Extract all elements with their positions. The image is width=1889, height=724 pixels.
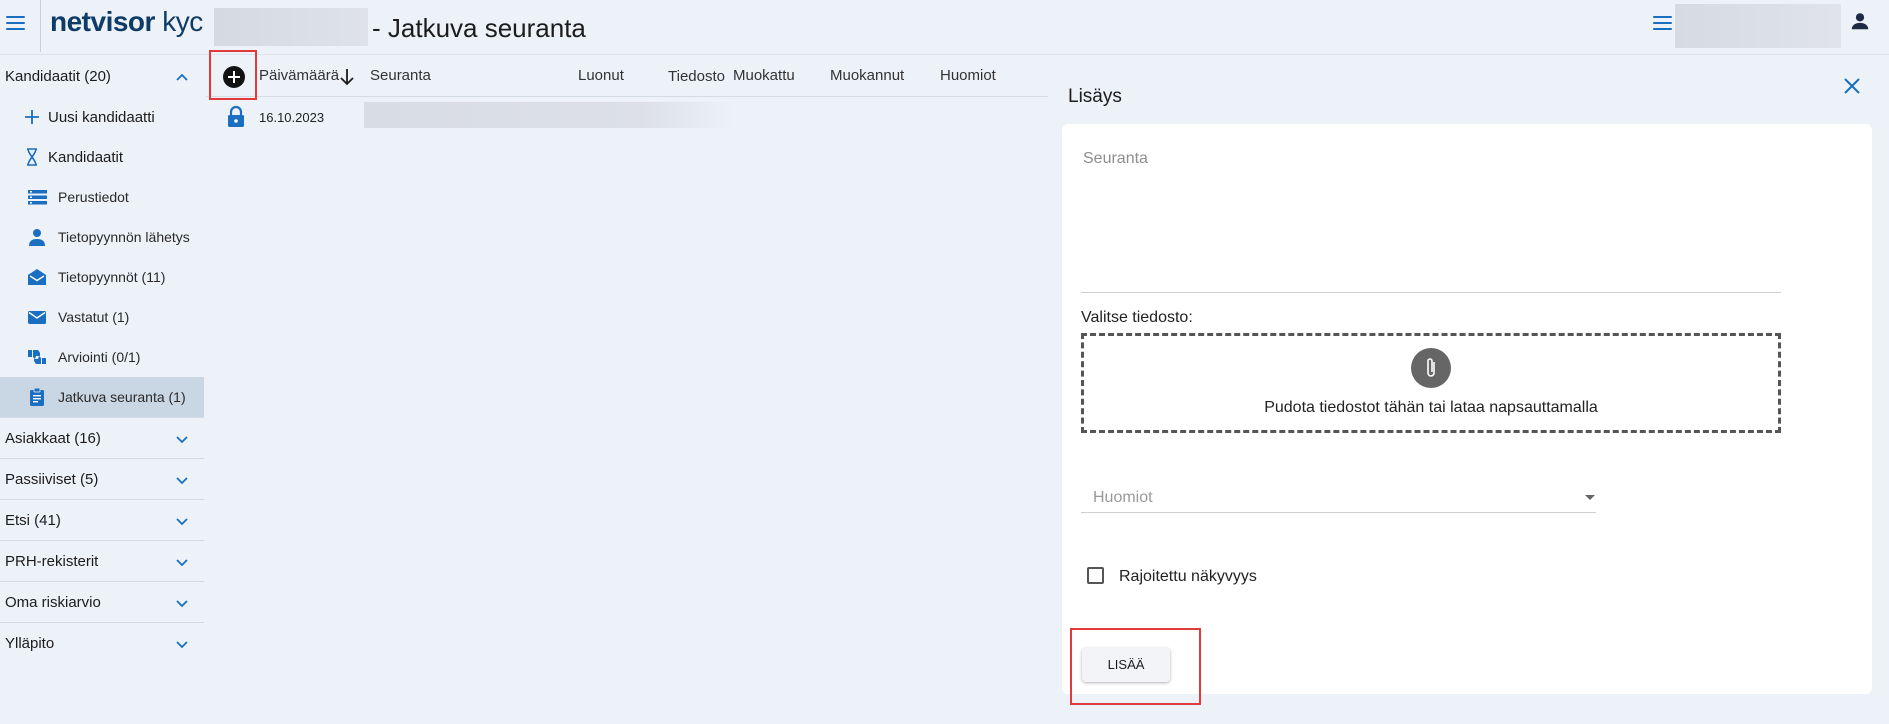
chevron-down-icon[interactable] <box>174 431 190 447</box>
sidebar-group-header[interactable]: Kandidaatit (20) <box>0 56 204 97</box>
close-icon[interactable] <box>1841 75 1863 97</box>
sidebar-item-label: Arviointi (0/1) <box>58 349 141 365</box>
dropzone-text: Pudota tiedostot tähän tai lataa napsaut… <box>1264 399 1598 416</box>
select-underline <box>1081 512 1596 513</box>
sidebar-group-kandidaatit: Kandidaatit (20) Uusi kandidaatti Kandid… <box>0 56 204 418</box>
person-icon <box>29 229 45 246</box>
chevron-up-icon[interactable] <box>174 69 190 85</box>
panel-title: Lisäys <box>1068 86 1122 107</box>
sidebar-group-passiiviset[interactable]: Passiiviset (5) <box>0 459 204 500</box>
file-label: Valitse tiedosto: <box>1081 309 1193 326</box>
textarea-underline <box>1081 292 1781 293</box>
chevron-down-icon[interactable] <box>174 636 190 652</box>
sidebar-item-label: Jatkuva seuranta (1) <box>58 389 186 405</box>
clipboard-icon <box>30 387 44 406</box>
column-header-tiedosto[interactable]: Tiedosto <box>668 68 725 85</box>
highlight-box-add <box>209 50 257 100</box>
sidebar-group-label: Oma riskiarvio <box>5 594 101 611</box>
sidebar-group-label: PRH-rekisterit <box>5 553 99 570</box>
mail-icon <box>28 311 46 324</box>
sidebar-group-yllapito[interactable]: Ylläpito <box>0 623 204 664</box>
huomiot-select[interactable]: Huomiot <box>1093 489 1153 507</box>
row-date: 16.10.2023 <box>259 110 325 125</box>
sidebar-group-label: Ylläpito <box>5 635 55 652</box>
table-header: Päivämäärä Seuranta Luonut Tiedosto Muok… <box>206 56 1048 97</box>
sidebar-group-label: Asiakkaat (16) <box>5 430 101 447</box>
app-logo[interactable]: netvisor kyc <box>50 6 203 38</box>
page-title: - Jatkuva seuranta <box>372 13 586 43</box>
sidebar-group-label: Passiiviset (5) <box>5 471 99 488</box>
table-row[interactable]: 16.10.2023 <box>206 98 1048 136</box>
menu-icon[interactable] <box>6 16 25 30</box>
list-icon <box>28 190 47 205</box>
dropdown-arrow-icon[interactable] <box>1585 495 1595 500</box>
lock-icon <box>228 105 244 127</box>
sidebar-item-tietopyynnot[interactable]: Tietopyynnöt (11) <box>0 257 204 297</box>
column-header-muokattu[interactable]: Muokattu <box>733 67 795 84</box>
paperclip-icon <box>1411 348 1451 388</box>
sidebar-group-asiakkaat[interactable]: Asiakkaat (16) <box>0 418 204 459</box>
sidebar-group-label: Etsi (41) <box>5 512 61 529</box>
sidebar: Kandidaatit (20) Uusi kandidaatti Kandid… <box>0 56 204 664</box>
redacted-candidate-name <box>214 8 368 46</box>
sort-down-arrow-icon[interactable] <box>339 68 355 86</box>
sidebar-item-kandidaatit[interactable]: Kandidaatit <box>0 137 204 177</box>
hourglass-icon <box>27 148 37 166</box>
sidebar-group-etsi[interactable]: Etsi (41) <box>0 500 204 541</box>
column-header-seuranta[interactable]: Seuranta <box>370 67 431 84</box>
redacted-user-name <box>1675 4 1841 48</box>
sidebar-item-tietopyynnon-lahetys[interactable]: Tietopyynnön lähetys <box>0 217 204 257</box>
column-header-muokannut[interactable]: Muokannut <box>830 67 904 84</box>
highlight-box-submit <box>1070 628 1201 705</box>
open-mail-icon <box>28 269 46 285</box>
secondary-menu-icon[interactable] <box>1653 16 1672 30</box>
redacted-row-content <box>364 102 736 128</box>
sidebar-item-jatkuva-seuranta[interactable]: Jatkuva seuranta (1) <box>0 377 204 417</box>
sidebar-item-label: Kandidaatit <box>48 149 124 166</box>
divider <box>40 0 41 52</box>
sidebar-group-label: Kandidaatit (20) <box>5 68 111 85</box>
sidebar-item-arviointi[interactable]: Arviointi (0/1) <box>0 337 204 377</box>
sidebar-item-perustiedot[interactable]: Perustiedot <box>0 177 204 217</box>
chevron-down-icon[interactable] <box>174 595 190 611</box>
plus-icon <box>25 110 39 124</box>
sidebar-item-label: Tietopyynnöt (11) <box>58 269 166 285</box>
sidebar-item-vastatut[interactable]: Vastatut (1) <box>0 297 204 337</box>
sidebar-item-uusi-kandidaatti[interactable]: Uusi kandidaatti <box>0 97 204 137</box>
rajoitettu-nakyvyys-checkbox[interactable] <box>1087 567 1104 584</box>
top-bar: netvisor kyc - Jatkuva seuranta <box>0 0 1889 55</box>
sidebar-group-prh-rekisterit[interactable]: PRH-rekisterit <box>0 541 204 582</box>
sidebar-item-label: Tietopyynnön lähetys <box>58 229 190 245</box>
sidebar-item-label: Perustiedot <box>58 189 129 205</box>
sidebar-group-oma-riskiarvio[interactable]: Oma riskiarvio <box>0 582 204 623</box>
user-icon[interactable] <box>1849 10 1871 32</box>
sidebar-item-label: Uusi kandidaatti <box>48 109 155 126</box>
checkbox-label[interactable]: Rajoitettu näkyvyys <box>1119 568 1257 586</box>
chevron-down-icon[interactable] <box>174 472 190 488</box>
thumbs-icon <box>28 350 46 364</box>
seuranta-textarea[interactable]: Seuranta <box>1083 150 1148 168</box>
sidebar-item-label: Vastatut (1) <box>58 309 130 325</box>
column-header-luonut[interactable]: Luonut <box>578 67 624 84</box>
chevron-down-icon[interactable] <box>174 513 190 529</box>
chevron-down-icon[interactable] <box>174 554 190 570</box>
column-header-huomiot[interactable]: Huomiot <box>940 67 996 84</box>
column-header-paivamaara[interactable]: Päivämäärä <box>259 67 339 84</box>
